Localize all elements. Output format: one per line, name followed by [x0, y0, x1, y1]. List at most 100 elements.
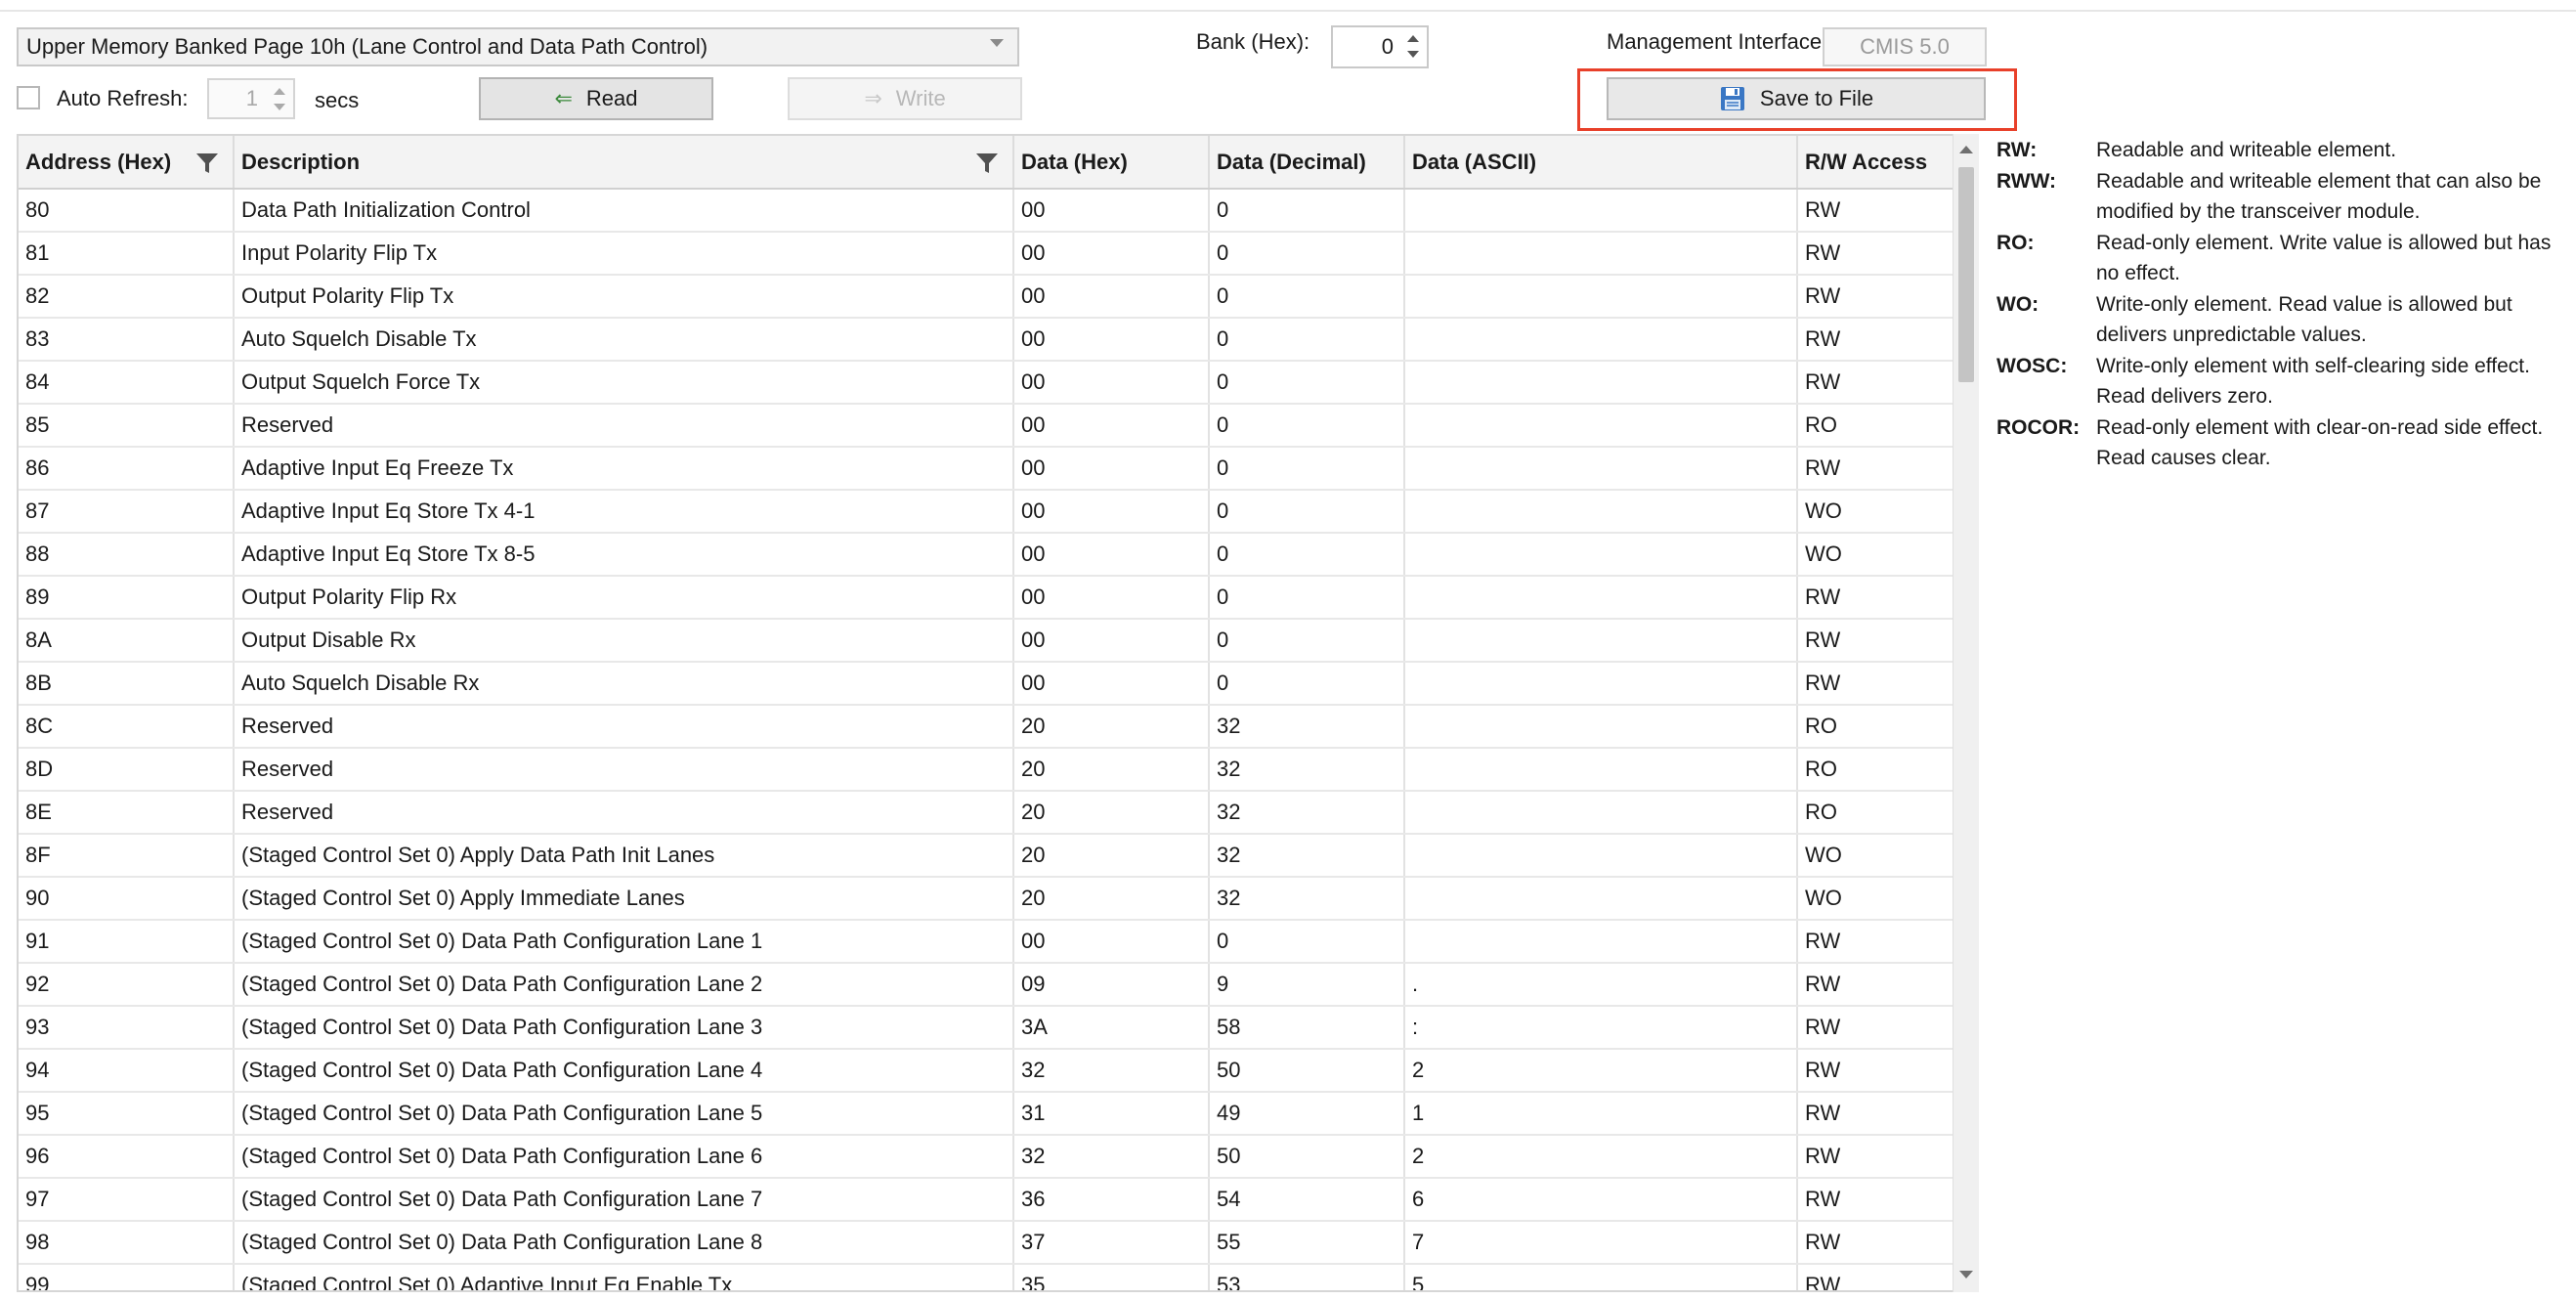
- save-button-label: Save to File: [1759, 86, 1874, 110]
- cell-description: (Staged Control Set 0) Apply Data Path I…: [234, 834, 1014, 878]
- cell-address: 92: [19, 963, 235, 1007]
- table-row[interactable]: 82 Output Polarity Flip Tx 00 0 RW: [19, 275, 1962, 319]
- table-row[interactable]: 85 Reserved 00 0 RO: [19, 404, 1962, 448]
- column-header-data-hex[interactable]: Data (Hex): [1013, 136, 1210, 190]
- auto-refresh-checkbox[interactable]: [17, 86, 40, 109]
- table-row[interactable]: 97 (Staged Control Set 0) Data Path Confi…: [19, 1178, 1962, 1222]
- scroll-thumb[interactable]: [1958, 167, 1974, 382]
- filter-icon[interactable]: [975, 152, 999, 174]
- cell-rw-access: RW: [1797, 619, 1962, 663]
- table-row[interactable]: 94 (Staged Control Set 0) Data Path Confi…: [19, 1049, 1962, 1093]
- cell-address: 8D: [19, 748, 235, 792]
- cell-data-decimal: 0: [1209, 533, 1405, 577]
- cell-data-hex: 00: [1013, 619, 1210, 663]
- table-row[interactable]: 99 (Staged Control Set 0) Adaptive Input …: [19, 1264, 1962, 1290]
- cell-data-hex: 00: [1013, 533, 1210, 577]
- table-row[interactable]: 8E Reserved 20 32 RO: [19, 791, 1962, 835]
- cell-data-hex: 35: [1013, 1264, 1210, 1290]
- scroll-up-icon[interactable]: [1959, 146, 1973, 153]
- cell-address: 95: [19, 1092, 235, 1136]
- cell-description: (Staged Control Set 0) Data Path Configu…: [234, 1006, 1014, 1050]
- cell-data-hex: 00: [1013, 232, 1210, 276]
- table-row[interactable]: 8A Output Disable Rx 00 0 RW: [19, 619, 1962, 663]
- spin-down-icon[interactable]: [1407, 51, 1419, 58]
- table-row[interactable]: 96 (Staged Control Set 0) Data Path Confi…: [19, 1135, 1962, 1179]
- table-row[interactable]: 8D Reserved 20 32 RO: [19, 748, 1962, 792]
- table-row[interactable]: 98 (Staged Control Set 0) Data Path Confi…: [19, 1221, 1962, 1265]
- cell-data-decimal: 58: [1209, 1006, 1405, 1050]
- table-row[interactable]: 8B Auto Squelch Disable Rx 00 0 RW: [19, 662, 1962, 706]
- spin-up-icon: [274, 88, 285, 95]
- cell-data-ascii: [1404, 662, 1798, 706]
- table-row[interactable]: 87 Adaptive Input Eq Store Tx 4-1 00 0 WO: [19, 490, 1962, 534]
- column-header-address[interactable]: Address (Hex): [19, 136, 235, 190]
- cell-data-decimal: 32: [1209, 748, 1405, 792]
- cell-address: 93: [19, 1006, 235, 1050]
- cell-data-hex: 00: [1013, 662, 1210, 706]
- save-to-file-button[interactable]: Save to File: [1607, 77, 1986, 120]
- legend-term: RWW:: [1996, 170, 2057, 193]
- cell-data-ascii: 6: [1404, 1178, 1798, 1222]
- table-row[interactable]: 80 Data Path Initialization Control 00 0 RW: [19, 189, 1962, 233]
- cell-rw-access: WO: [1797, 533, 1962, 577]
- cell-data-ascii: 2: [1404, 1049, 1798, 1093]
- cell-data-hex: 00: [1013, 318, 1210, 362]
- legend-description: Write-only element. Read value is allowe…: [2096, 293, 2512, 346]
- cell-data-decimal: 32: [1209, 705, 1405, 749]
- column-header-label: Description: [241, 149, 361, 174]
- cell-data-ascii: [1404, 576, 1798, 620]
- table-row[interactable]: 81 Input Polarity Flip Tx 00 0 RW: [19, 232, 1962, 276]
- read-button[interactable]: ⇐ Read: [479, 77, 713, 120]
- cell-data-ascii: 2: [1404, 1135, 1798, 1179]
- cell-address: 99: [19, 1264, 235, 1290]
- scroll-down-icon[interactable]: [1959, 1271, 1973, 1278]
- cell-data-decimal: 0: [1209, 318, 1405, 362]
- cell-data-decimal: 0: [1209, 232, 1405, 276]
- column-header-description[interactable]: Description: [234, 136, 1014, 190]
- cell-data-decimal: 0: [1209, 619, 1405, 663]
- column-header-data-ascii[interactable]: Data (ASCII): [1404, 136, 1798, 190]
- table-row[interactable]: 90 (Staged Control Set 0) Apply Immediate…: [19, 877, 1962, 921]
- spinner-arrows-icon[interactable]: [1405, 31, 1421, 63]
- page-select[interactable]: Upper Memory Banked Page 10h (Lane Contr…: [17, 27, 1019, 66]
- cell-data-decimal: 0: [1209, 404, 1405, 448]
- cell-rw-access: RW: [1797, 1049, 1962, 1093]
- table-row[interactable]: 86 Adaptive Input Eq Freeze Tx 00 0 RW: [19, 447, 1962, 491]
- column-header-rw-access[interactable]: R/W Access: [1797, 136, 1962, 190]
- table-row[interactable]: 95 (Staged Control Set 0) Data Path Confi…: [19, 1092, 1962, 1136]
- cell-address: 89: [19, 576, 235, 620]
- table-row[interactable]: 83 Auto Squelch Disable Tx 00 0 RW: [19, 318, 1962, 362]
- bank-label: Bank (Hex):: [1196, 29, 1310, 54]
- cell-rw-access: RW: [1797, 232, 1962, 276]
- cell-description: (Staged Control Set 0) Data Path Configu…: [234, 1049, 1014, 1093]
- column-header-data-decimal[interactable]: Data (Decimal): [1209, 136, 1405, 190]
- cell-rw-access: RW: [1797, 1221, 1962, 1265]
- table-row[interactable]: 91 (Staged Control Set 0) Data Path Confi…: [19, 920, 1962, 964]
- cell-data-hex: 00: [1013, 404, 1210, 448]
- cell-rw-access: WO: [1797, 490, 1962, 534]
- table-row[interactable]: 93 (Staged Control Set 0) Data Path Confi…: [19, 1006, 1962, 1050]
- legend-term: WO:: [1996, 293, 2039, 316]
- table-row[interactable]: 92 (Staged Control Set 0) Data Path Confi…: [19, 963, 1962, 1007]
- table-row[interactable]: 8C Reserved 20 32 RO: [19, 705, 1962, 749]
- legend-description: Readable and writeable element.: [2096, 139, 2397, 161]
- cell-data-ascii: 1: [1404, 1092, 1798, 1136]
- vertical-scrollbar[interactable]: [1953, 134, 1979, 1292]
- cell-data-ascii: [1404, 447, 1798, 491]
- filter-icon[interactable]: [195, 152, 219, 174]
- spin-up-icon[interactable]: [1407, 35, 1419, 42]
- cell-data-ascii: [1404, 920, 1798, 964]
- table-row[interactable]: 89 Output Polarity Flip Rx 00 0 RW: [19, 576, 1962, 620]
- read-button-label: Read: [585, 86, 638, 110]
- cell-data-hex: 00: [1013, 189, 1210, 233]
- table-row[interactable]: 8F (Staged Control Set 0) Apply Data Path…: [19, 834, 1962, 878]
- cell-rw-access: RO: [1797, 705, 1962, 749]
- table-row[interactable]: 88 Adaptive Input Eq Store Tx 8-5 00 0 WO: [19, 533, 1962, 577]
- chevron-down-icon[interactable]: [990, 39, 1004, 47]
- cell-description: (Staged Control Set 0) Data Path Configu…: [234, 1135, 1014, 1179]
- table-row[interactable]: 84 Output Squelch Force Tx 00 0 RW: [19, 361, 1962, 405]
- cell-description: Data Path Initialization Control: [234, 189, 1014, 233]
- cell-data-hex: 09: [1013, 963, 1210, 1007]
- cell-data-hex: 20: [1013, 791, 1210, 835]
- bank-spinner[interactable]: 0: [1331, 25, 1429, 68]
